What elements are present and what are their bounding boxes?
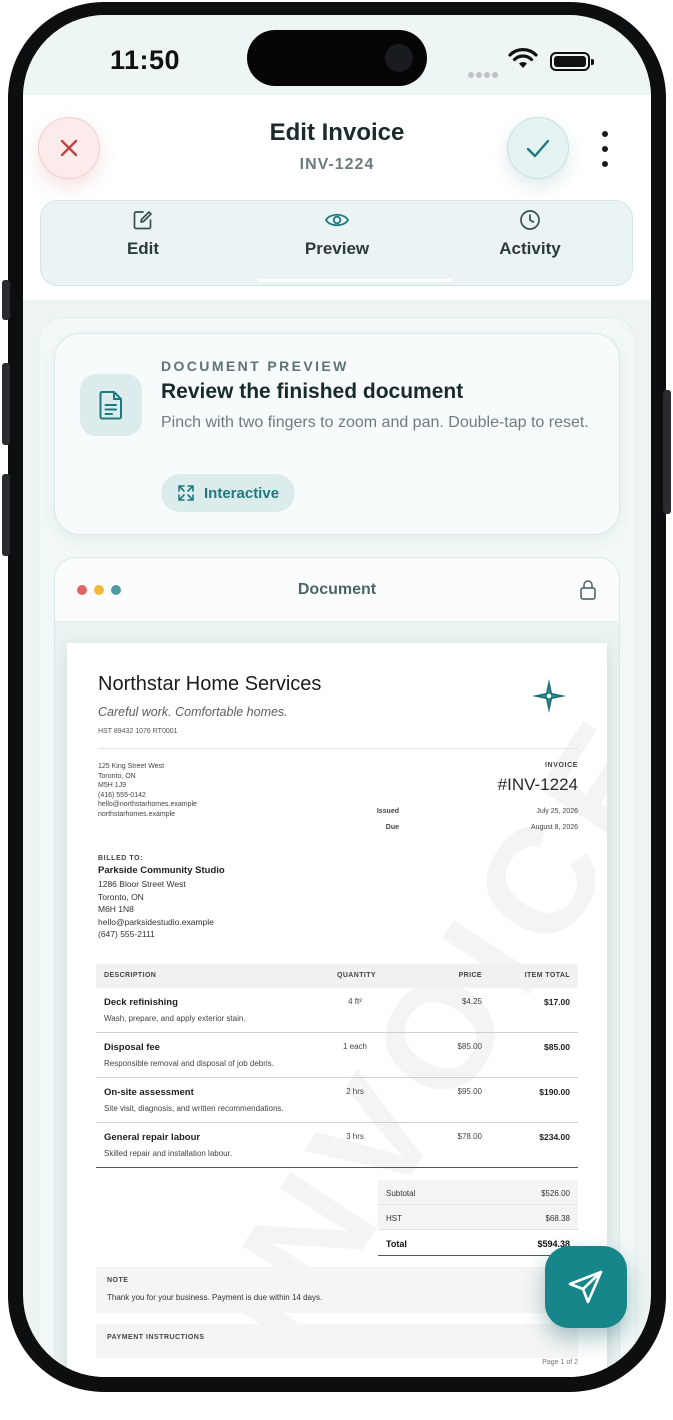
battery-icon xyxy=(550,52,594,71)
table-row: On-site assessment Site visit, diagnosis… xyxy=(96,1078,578,1123)
payment-label: PAYMENT INSTRUCTIONS xyxy=(107,1334,205,1341)
volume-up-button xyxy=(2,363,10,445)
invoice-page[interactable]: INVOICE Northstar Home Services Careful … xyxy=(67,643,607,1377)
issued-label: Issued xyxy=(376,808,399,815)
col-price: PRICE xyxy=(458,972,482,979)
table-row: Deck refinishing Wash, prepare, and appl… xyxy=(96,988,578,1033)
tab-preview[interactable]: Preview xyxy=(242,201,432,285)
status-time: 11:50 xyxy=(110,45,181,75)
company-address: 125 King Street West Toronto, ON M5H 1J9… xyxy=(98,763,197,818)
issued-date: July 25, 2026 xyxy=(536,808,578,815)
col-item-total: ITEM TOTAL xyxy=(524,972,570,979)
volume-down-button xyxy=(2,474,10,556)
divider xyxy=(98,748,578,749)
invoice-label: INVOICE xyxy=(545,762,578,769)
cellular-signal-icon xyxy=(468,65,500,83)
compass-star-logo xyxy=(532,679,566,713)
preview-eyebrow: DOCUMENT PREVIEW xyxy=(161,358,349,374)
check-icon xyxy=(526,139,550,158)
note-text: Thank you for your business. Payment is … xyxy=(107,1293,323,1302)
due-date: August 8, 2026 xyxy=(530,824,578,831)
tax-row: HST $68.38 xyxy=(378,1205,578,1230)
clock-icon xyxy=(520,210,540,230)
total-row: Total $594.38 xyxy=(378,1230,578,1256)
tab-activity-label: Activity xyxy=(499,239,561,258)
tab-preview-label: Preview xyxy=(304,239,370,258)
line-items-header: DESCRIPTION QUANTITY PRICE ITEM TOTAL xyxy=(96,964,578,988)
document-preview-card: DOCUMENT PREVIEW Review the finished doc… xyxy=(54,333,620,535)
preview-title: Review the finished document xyxy=(161,380,464,403)
document-icon xyxy=(99,391,122,420)
send-icon xyxy=(568,1270,603,1304)
document-badge xyxy=(80,374,142,436)
page-indicator: Page 1 of 2 xyxy=(542,1359,578,1366)
status-bar: 11:50 xyxy=(23,15,651,95)
document-toolbar: Document xyxy=(55,558,619,622)
payment-instructions: PAYMENT INSTRUCTIONS xyxy=(96,1324,578,1358)
company-name: Northstar Home Services xyxy=(98,673,322,695)
edit-icon xyxy=(133,211,152,230)
screen: 11:50 Edit Invoice INV-1224 Edit Preview… xyxy=(23,15,651,1377)
client-name: Parkside Community Studio xyxy=(98,865,225,876)
billed-to-label: BILLED TO: xyxy=(98,855,144,862)
document-title: Document xyxy=(297,581,377,598)
dynamic-island xyxy=(247,30,427,86)
tab-edit-label: Edit xyxy=(126,239,160,258)
due-label: Due xyxy=(385,824,399,831)
tab-activity[interactable]: Activity xyxy=(435,201,625,285)
interactive-label: Interactive xyxy=(204,484,280,502)
tab-edit[interactable]: Edit xyxy=(48,201,238,285)
app-header: Edit Invoice INV-1224 Edit Preview Activ… xyxy=(23,95,651,300)
active-tab-indicator xyxy=(258,279,452,282)
save-button[interactable] xyxy=(507,117,569,179)
wifi-icon xyxy=(508,48,538,68)
tab-bar: Edit Preview Activity xyxy=(40,200,633,286)
power-button xyxy=(663,390,671,514)
document-viewer: Document INVOICE Northstar Home Services… xyxy=(54,557,620,1377)
interactive-pill[interactable]: Interactive xyxy=(161,474,295,512)
col-description: DESCRIPTION xyxy=(104,972,157,979)
client-address: 1286 Bloor Street West Toronto, ON M6H 1… xyxy=(98,879,214,940)
expand-icon xyxy=(178,485,194,501)
preview-description: Pinch with two fingers to zoom and pan. … xyxy=(161,414,589,431)
note-label: NOTE xyxy=(107,1277,129,1284)
company-hst: HST 89432 1076 RT0001 xyxy=(98,728,178,735)
more-options-button[interactable] xyxy=(593,131,617,167)
send-button[interactable] xyxy=(545,1246,627,1328)
table-row: Disposal fee Responsible removal and dis… xyxy=(96,1033,578,1078)
subtotal-row: Subtotal $526.00 xyxy=(378,1180,578,1205)
totals-block: Subtotal $526.00 HST $68.38 Total $594.3… xyxy=(378,1180,578,1256)
col-quantity: QUANTITY xyxy=(337,972,376,979)
invoice-number: #INV-1224 xyxy=(497,775,578,794)
lock-icon[interactable] xyxy=(579,579,597,601)
eye-icon xyxy=(324,213,350,227)
table-row: General repair labour Skilled repair and… xyxy=(96,1123,578,1168)
silent-switch xyxy=(2,280,10,320)
company-tagline: Careful work. Comfortable homes. xyxy=(98,705,288,719)
note-section: NOTE Thank you for your business. Paymen… xyxy=(96,1267,578,1313)
